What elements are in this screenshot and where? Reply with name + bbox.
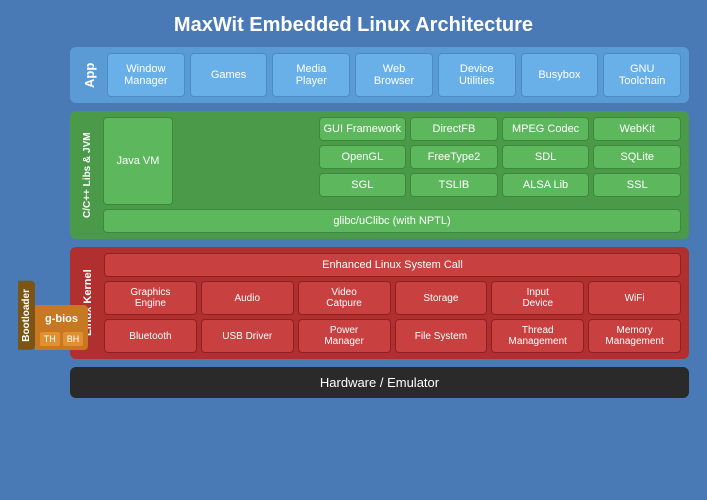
gbios-label: g-bios xyxy=(39,309,84,329)
app-items: WindowManager Games MediaPlayer WebBrows… xyxy=(107,53,681,97)
lib-alsa-lib: ALSA Lib xyxy=(502,173,590,197)
lib-tslib: TSLIB xyxy=(410,173,498,197)
libs-content: GUI Framework DirectFB MPEG Codec WebKit… xyxy=(103,117,681,233)
kernel-graphics-engine: GraphicsEngine xyxy=(104,281,197,315)
app-layer-label: App xyxy=(78,53,101,97)
lib-mpeg-codec: MPEG Codec xyxy=(502,117,590,141)
app-box-web-browser: WebBrowser xyxy=(355,53,433,97)
app-box-media-player: MediaPlayer xyxy=(272,53,350,97)
kernel-bluetooth: Bluetooth xyxy=(104,319,197,353)
kernel-storage: Storage xyxy=(395,281,488,315)
lib-gui-framework: GUI Framework xyxy=(319,117,407,141)
bios-tag-th: TH xyxy=(40,332,60,346)
bootloader-content: g-bios TH BH xyxy=(35,305,88,350)
lib-ssl: SSL xyxy=(593,173,681,197)
kernel-power-manager: PowerManager xyxy=(298,319,391,353)
lib-webkit: WebKit xyxy=(593,117,681,141)
syscall-box: Enhanced Linux System Call xyxy=(104,253,681,277)
bootloader-label: Bootloader xyxy=(18,281,35,350)
kernel-video-capture: VideoCatpure xyxy=(298,281,391,315)
app-box-games: Games xyxy=(190,53,268,97)
app-box-device-utilities: DeviceUtilities xyxy=(438,53,516,97)
libs-layer-label: C/C++ Libs & JVM xyxy=(78,117,97,233)
lib-glibc: glibc/uClibc (with NPTL) xyxy=(103,209,681,233)
lib-opengl: OpenGL xyxy=(319,145,407,169)
lib-sqlite: SQLite xyxy=(593,145,681,169)
kernel-thread-management: ThreadManagement xyxy=(491,319,584,353)
lib-directfb: DirectFB xyxy=(410,117,498,141)
bootloader-section: Bootloader g-bios TH BH xyxy=(18,281,88,350)
lib-java-vm: Java VM xyxy=(103,117,173,205)
app-layer: App WindowManager Games MediaPlayer WebB… xyxy=(70,47,689,103)
kernel-content: Enhanced Linux System Call GraphicsEngin… xyxy=(104,253,681,353)
kernel-wifi: WiFi xyxy=(588,281,681,315)
kernel-grid-row1: GraphicsEngine Audio VideoCatpure Storag… xyxy=(104,281,681,315)
app-box-gnu-toolchain: GNUToolchain xyxy=(603,53,681,97)
lib-sdl: SDL xyxy=(502,145,590,169)
page-title: MaxWit Embedded Linux Architecture xyxy=(0,0,707,47)
kernel-layer: Linux Kernel Enhanced Linux System Call … xyxy=(70,247,689,359)
app-box-busybox: Busybox xyxy=(521,53,599,97)
hardware-layer: Hardware / Emulator xyxy=(70,367,689,398)
kernel-audio: Audio xyxy=(201,281,294,315)
kernel-file-system: File System xyxy=(395,319,488,353)
kernel-input-device: InputDevice xyxy=(491,281,584,315)
libs-layer: C/C++ Libs & JVM GUI Framework DirectFB … xyxy=(70,111,689,239)
kernel-memory-management: MemoryManagement xyxy=(588,319,681,353)
app-box-window-manager: WindowManager xyxy=(107,53,185,97)
bios-tag-bh: BH xyxy=(63,332,84,346)
lib-freetype2: FreeType2 xyxy=(410,145,498,169)
lib-sgl: SGL xyxy=(319,173,407,197)
kernel-grid-row2: Bluetooth USB Driver PowerManager File S… xyxy=(104,319,681,353)
kernel-usb-driver: USB Driver xyxy=(201,319,294,353)
